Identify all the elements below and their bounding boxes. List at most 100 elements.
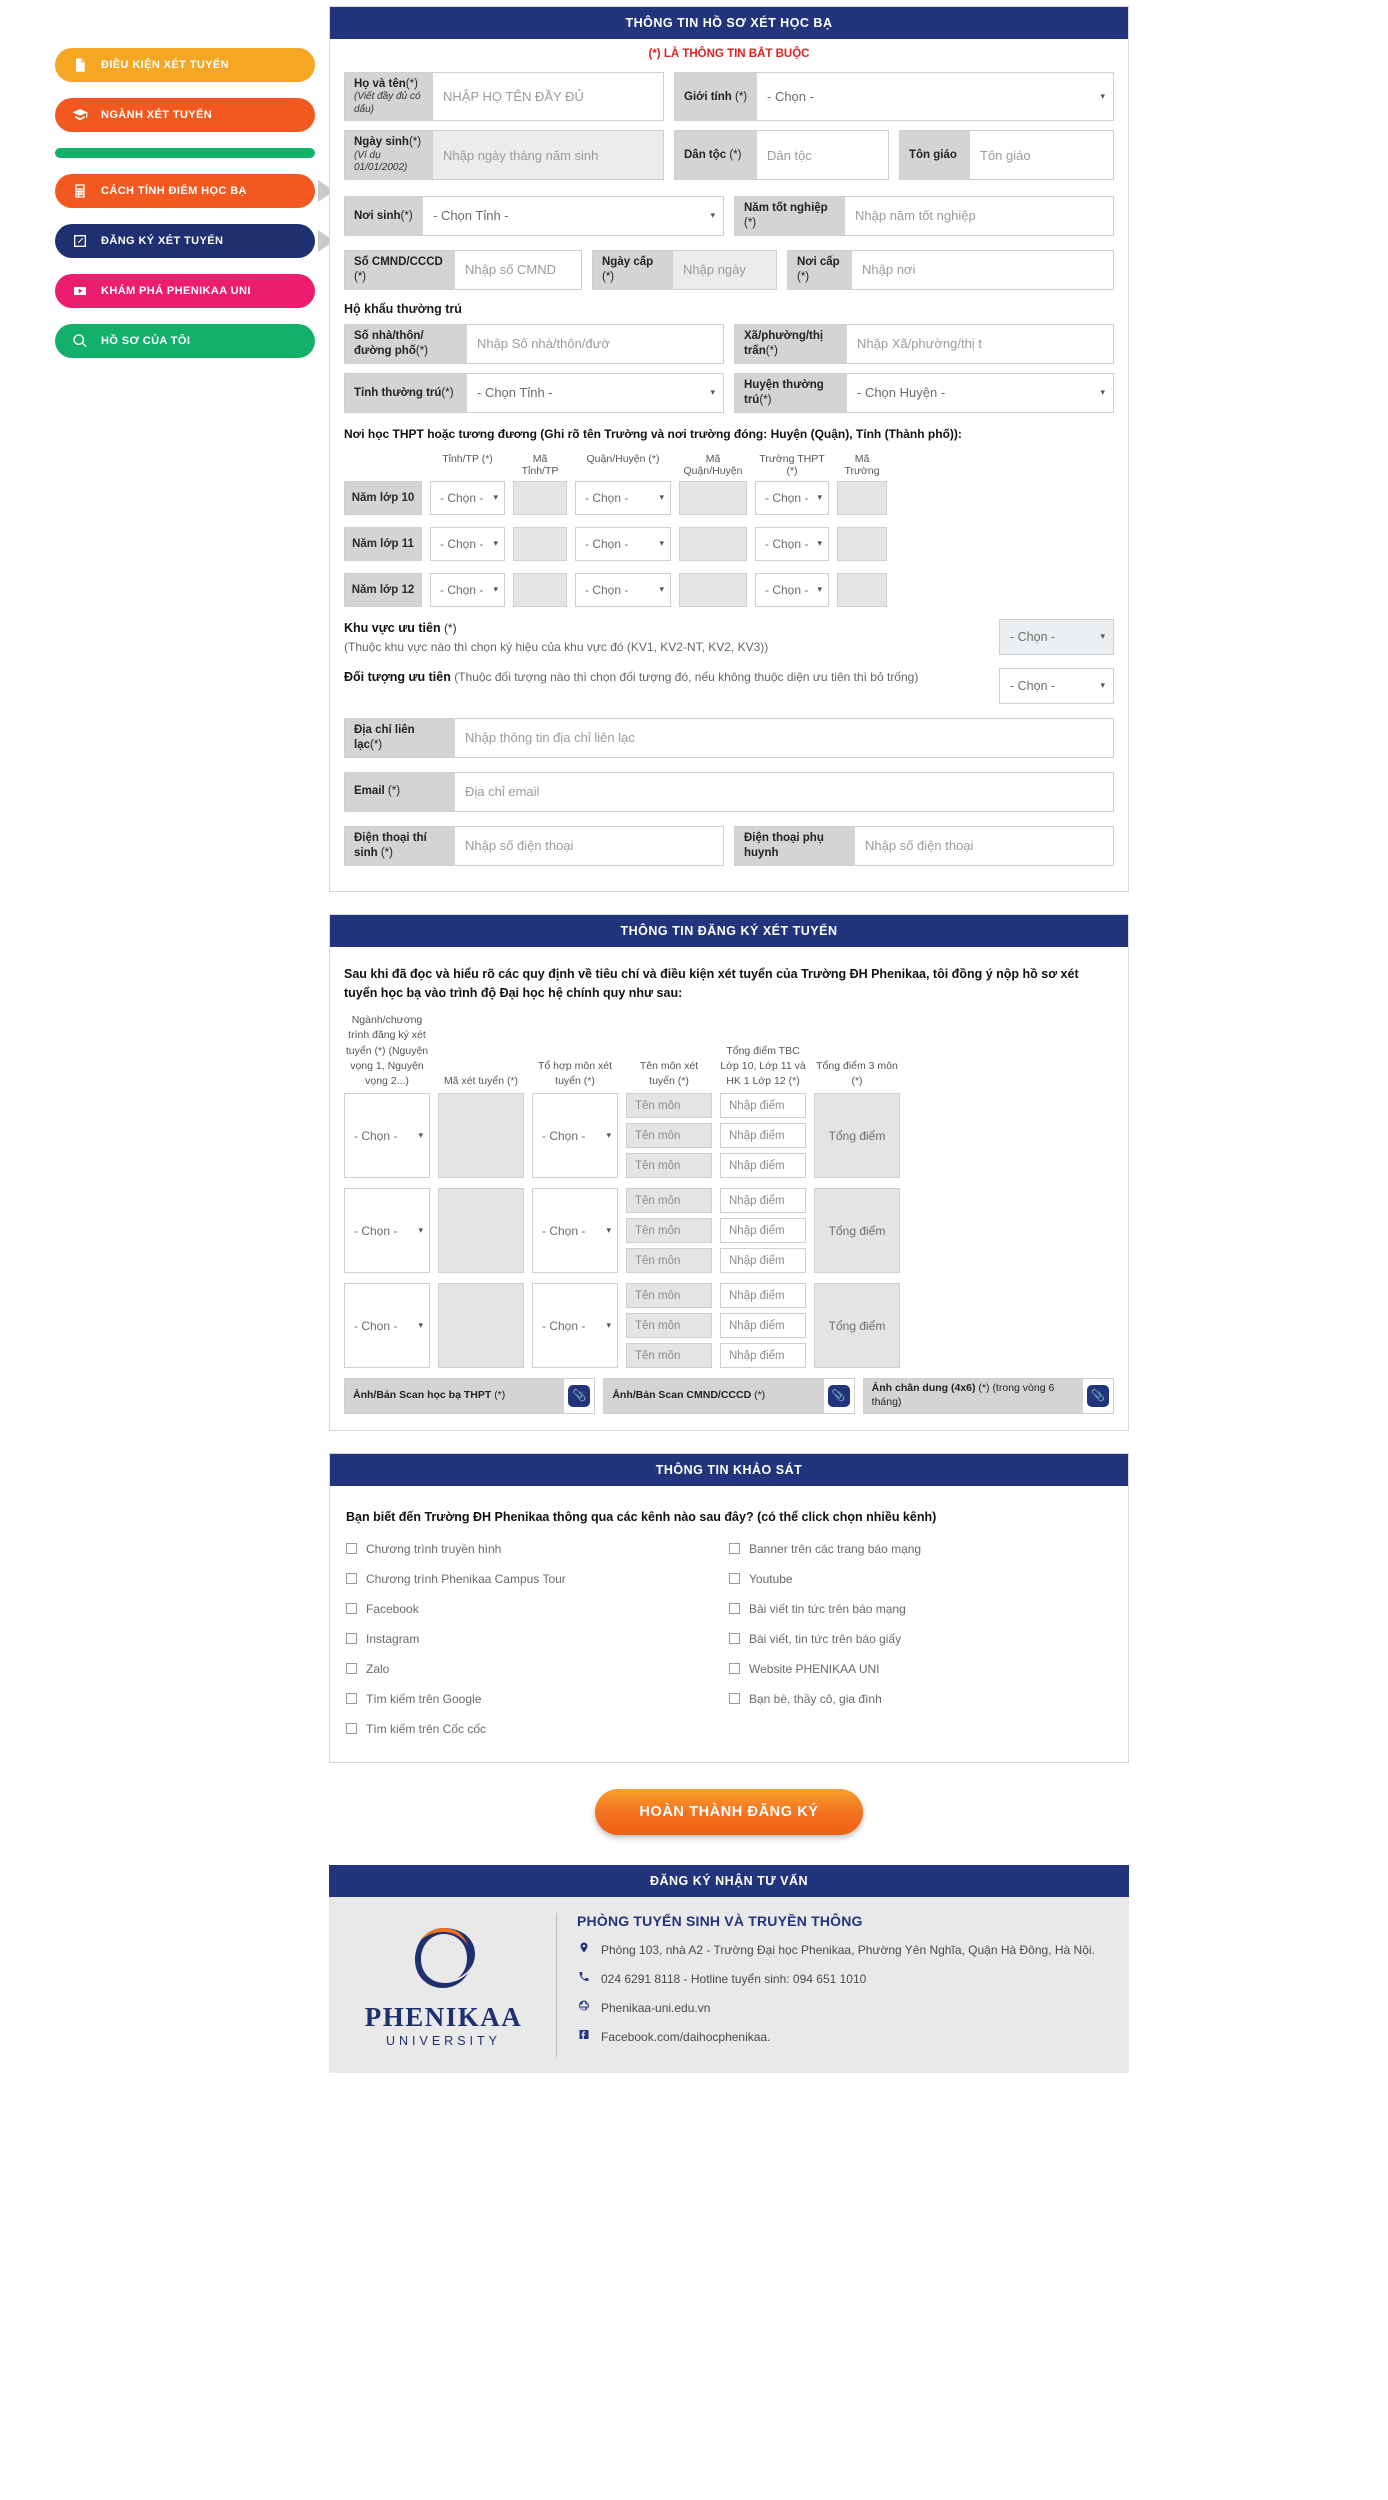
- checkbox[interactable]: [729, 1573, 740, 1585]
- subject-score-input[interactable]: Nhập điểm: [720, 1313, 806, 1339]
- checkbox[interactable]: [346, 1543, 357, 1555]
- footer-website-line[interactable]: Phenikaa-uni.edu.vn: [577, 1999, 1111, 2017]
- combo-select[interactable]: - Chọn - ▾: [532, 1283, 618, 1369]
- province-select[interactable]: - Chọn Tỉnh - ▾: [467, 373, 723, 412]
- list-item[interactable]: Chương trình Phenikaa Campus Tour: [346, 1572, 729, 1586]
- hs-province-select[interactable]: - Chọn - ▾: [430, 572, 505, 607]
- upload-portrait[interactable]: Ảnh chân dung (4x6) (*) (trong vòng 6 th…: [862, 1378, 1114, 1414]
- religion-input[interactable]: Tôn giáo: [970, 131, 1113, 179]
- program-select[interactable]: - Chọn - ▾: [344, 1283, 430, 1369]
- subject-name-input[interactable]: Tên môn: [626, 1188, 712, 1214]
- subject-score-input[interactable]: Nhập điểm: [720, 1188, 806, 1214]
- subject-name-input[interactable]: Tên môn: [626, 1153, 712, 1179]
- checkbox[interactable]: [346, 1573, 357, 1585]
- checkbox[interactable]: [729, 1543, 740, 1555]
- hs-school-select[interactable]: - Chọn - ▾: [755, 572, 829, 607]
- program-select[interactable]: - Chọn - ▾: [344, 1093, 430, 1179]
- sidebar-item-nganh-xet-tuyen[interactable]: Ngành xét tuyển: [55, 98, 315, 132]
- subject-score-input[interactable]: Nhập điểm: [720, 1218, 806, 1244]
- combo-select[interactable]: - Chọn - ▾: [532, 1093, 618, 1179]
- list-item[interactable]: Bài viết, tin tức trên báo giấy: [729, 1632, 1112, 1646]
- field-id-number[interactable]: Số CMND/CCCD (*) Nhập số CMND: [344, 249, 582, 290]
- footer-website[interactable]: Phenikaa-uni.edu.vn: [601, 1999, 710, 2017]
- checkbox[interactable]: [729, 1633, 740, 1645]
- checkbox[interactable]: [346, 1633, 357, 1645]
- phone-parent-input[interactable]: Nhập số điện thoại: [855, 826, 1113, 865]
- checkbox[interactable]: [346, 1603, 357, 1615]
- upload-transcript[interactable]: Ảnh/Bản Scan học bạ THPT (*) 📎: [344, 1378, 596, 1414]
- sidebar-item-kham-pha-phenikaa-uni[interactable]: Khám phá PHENIKAA UNI: [55, 274, 315, 308]
- hs-district-select[interactable]: - Chọn - ▾: [575, 480, 671, 515]
- field-birthplace[interactable]: Nơi sinh(*) - Chọn Tỉnh - ▾: [344, 195, 724, 236]
- subject-name-input[interactable]: Tên môn: [626, 1313, 712, 1339]
- paperclip-icon[interactable]: 📎: [823, 1379, 854, 1413]
- checkbox[interactable]: [729, 1693, 740, 1705]
- hs-school-select[interactable]: - Chọn - ▾: [755, 526, 829, 561]
- footer-facebook[interactable]: Facebook.com/daihocphenikaa.: [601, 2028, 770, 2046]
- hs-province-select[interactable]: - Chọn - ▾: [430, 480, 505, 515]
- list-item[interactable]: Instagram: [346, 1632, 729, 1646]
- submit-button[interactable]: HOÀN THÀNH ĐĂNG KÝ: [595, 1788, 863, 1835]
- priority-area-select[interactable]: - Chọn - ▾: [999, 618, 1114, 655]
- list-item[interactable]: Tìm kiếm trên Google: [346, 1692, 729, 1706]
- graduation-year-input[interactable]: Nhập năm tốt nghiệp: [845, 196, 1113, 235]
- field-gender[interactable]: Giới tính (*) - Chọn - ▾: [674, 72, 1114, 122]
- field-religion[interactable]: Tôn giáo Tôn giáo: [899, 130, 1114, 180]
- id-issue-place-input[interactable]: Nhập nơi: [852, 250, 1113, 289]
- upload-id-card[interactable]: Ảnh/Bản Scan CMND/CCCD (*) 📎: [603, 1378, 855, 1414]
- id-number-input[interactable]: Nhập số CMND: [455, 250, 581, 289]
- footer-facebook-line[interactable]: Facebook.com/daihocphenikaa.: [577, 2028, 1111, 2046]
- field-id-issue-date[interactable]: Ngày cấp (*) Nhập ngày: [592, 249, 777, 290]
- paperclip-icon[interactable]: 📎: [564, 1379, 595, 1413]
- sidebar-item-cach-tinh-diem-hoc-ba[interactable]: Cách tính điểm học bạ: [55, 174, 315, 208]
- subject-name-input[interactable]: Tên môn: [626, 1283, 712, 1309]
- checkbox[interactable]: [729, 1663, 740, 1675]
- checkbox[interactable]: [346, 1663, 357, 1675]
- gender-select[interactable]: - Chọn - ▾: [757, 73, 1113, 121]
- fullname-input[interactable]: NHẬP HỌ TÊN ĐẦY ĐỦ: [433, 73, 663, 121]
- subject-score-input[interactable]: Nhập điểm: [720, 1283, 806, 1309]
- field-district[interactable]: Huyện thường trú(*) - Chọn Huyện - ▾: [734, 372, 1114, 413]
- field-fullname[interactable]: Họ và tên(*) (Viết đầy đủ có dấu) NHẬP H…: [344, 72, 664, 122]
- field-birthday[interactable]: Ngày sinh(*) (Ví dụ 01/01/2002) Nhập ngà…: [344, 130, 664, 180]
- district-select[interactable]: - Chọn Huyện - ▾: [847, 373, 1113, 412]
- subject-name-input[interactable]: Tên môn: [626, 1218, 712, 1244]
- list-item[interactable]: Banner trên các trang báo mạng: [729, 1542, 1112, 1556]
- field-phone-parent[interactable]: Điện thoại phụ huynh Nhập số điện thoại: [734, 825, 1114, 866]
- field-email[interactable]: Email (*) Địa chỉ email: [344, 771, 1114, 812]
- sidebar-item-dang-ky-xet-tuyen[interactable]: Đăng ký xét tuyển: [55, 224, 315, 258]
- hs-school-select[interactable]: - Chọn - ▾: [755, 480, 829, 515]
- field-phone-student[interactable]: Điện thoại thí sinh (*) Nhập số điện tho…: [344, 825, 724, 866]
- subject-name-input[interactable]: Tên môn: [626, 1123, 712, 1149]
- checkbox[interactable]: [346, 1693, 357, 1705]
- field-ethnicity[interactable]: Dân tộc (*) Dân tộc: [674, 130, 889, 180]
- field-province[interactable]: Tỉnh thường trú(*) - Chọn Tỉnh - ▾: [344, 372, 724, 413]
- paperclip-icon[interactable]: 📎: [1082, 1379, 1113, 1413]
- list-item[interactable]: Bạn bè, thầy cô, gia đình: [729, 1692, 1112, 1706]
- id-issue-date-input[interactable]: Nhập ngày: [673, 250, 776, 289]
- subject-score-input[interactable]: Nhập điểm: [720, 1248, 806, 1274]
- list-item[interactable]: Bài viết tin tức trên báo mạng: [729, 1602, 1112, 1616]
- hs-province-select[interactable]: - Chọn - ▾: [430, 526, 505, 561]
- field-id-issue-place[interactable]: Nơi cấp (*) Nhập nơi: [787, 249, 1114, 290]
- hs-district-select[interactable]: - Chọn - ▾: [575, 526, 671, 561]
- field-contact-address[interactable]: Địa chỉ liên lạc(*) Nhập thông tin địa c…: [344, 717, 1114, 758]
- subject-score-input[interactable]: Nhập điểm: [720, 1093, 806, 1119]
- subject-name-input[interactable]: Tên môn: [626, 1248, 712, 1274]
- birthplace-select[interactable]: - Chọn Tỉnh - ▾: [423, 196, 723, 235]
- sidebar-item-ho-so-cua-toi[interactable]: Hồ sơ của tôi: [55, 324, 315, 358]
- sidebar-item-dieu-kien-xet-tuyen[interactable]: Điều kiện xét tuyển: [55, 48, 315, 82]
- field-street[interactable]: Số nhà/thôn/đường phố(*) Nhập Số nhà/thô…: [344, 323, 724, 364]
- phone-student-input[interactable]: Nhập số điện thoại: [455, 826, 723, 865]
- contact-address-input[interactable]: Nhập thông tin địa chỉ liên lạc: [455, 718, 1113, 757]
- list-item[interactable]: Chương trình truyền hình: [346, 1542, 729, 1556]
- priority-subject-select[interactable]: - Chọn - ▾: [999, 667, 1114, 704]
- field-graduation-year[interactable]: Năm tốt nghiệp (*) Nhập năm tốt nghiệp: [734, 195, 1114, 236]
- field-ward[interactable]: Xã/phường/thị trấn(*) Nhập Xã/phường/thị…: [734, 323, 1114, 364]
- subject-score-input[interactable]: Nhập điểm: [720, 1343, 806, 1369]
- checkbox[interactable]: [729, 1603, 740, 1615]
- email-input[interactable]: Địa chỉ email: [455, 772, 1113, 811]
- list-item[interactable]: Tìm kiếm trên Cốc cốc: [346, 1722, 729, 1736]
- street-input[interactable]: Nhập Số nhà/thôn/đườ: [467, 324, 723, 363]
- combo-select[interactable]: - Chọn - ▾: [532, 1188, 618, 1274]
